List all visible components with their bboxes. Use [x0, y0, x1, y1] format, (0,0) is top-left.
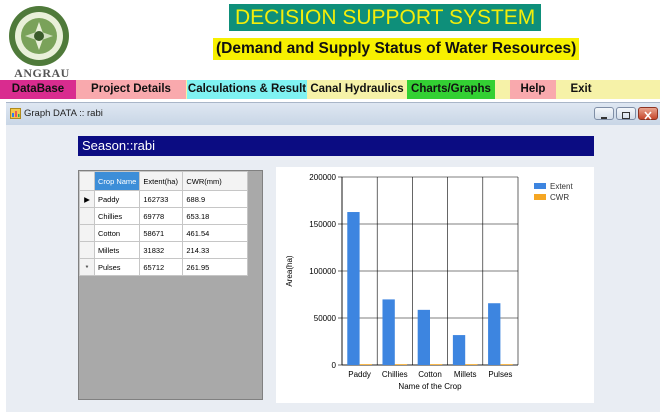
- bar-cwr: [465, 364, 478, 365]
- menu-database[interactable]: DataBase: [0, 80, 76, 99]
- bar-extent: [382, 299, 395, 365]
- bar-cwr: [500, 364, 513, 365]
- restore-button[interactable]: [616, 107, 636, 120]
- table-cell[interactable]: Millets: [93, 241, 141, 259]
- table-cell[interactable]: 261.95: [182, 258, 249, 276]
- y-tick-label: 0: [332, 361, 337, 370]
- legend-label: Extent: [550, 182, 573, 191]
- x-tick-label: Chillies: [382, 370, 408, 379]
- row-header[interactable]: [79, 241, 95, 259]
- table-cell[interactable]: 162733: [139, 190, 184, 208]
- app-title: DECISION SUPPORT SYSTEM: [229, 4, 542, 31]
- column-header-crop-name[interactable]: Crop Name: [93, 171, 141, 191]
- table-cell[interactable]: 58671: [139, 224, 184, 242]
- menu-help[interactable]: Help: [510, 80, 556, 99]
- app-header: ANGRAU DECISION SUPPORT SYSTEM (Demand a…: [0, 0, 660, 80]
- legend-swatch: [534, 183, 546, 189]
- row-header[interactable]: [79, 207, 95, 225]
- graph-data-window: Graph DATA :: rabi Season::rabi Crop Nam…: [6, 102, 660, 412]
- y-tick-label: 150000: [309, 220, 336, 229]
- x-tick-label: Pulses: [488, 370, 512, 379]
- table-row[interactable]: * Pulses 65712 261.95: [79, 258, 249, 276]
- table-cell[interactable]: 214.33: [182, 241, 249, 259]
- table-cell[interactable]: Paddy: [93, 190, 141, 208]
- menu-calculations-result[interactable]: Calculations & Result: [187, 80, 307, 99]
- menu-project-details[interactable]: Project Details: [76, 80, 186, 99]
- season-header: Season::rabi: [78, 136, 594, 156]
- legend-swatch: [534, 194, 546, 200]
- x-tick-label: Paddy: [348, 370, 371, 379]
- x-tick-label: Cotton: [418, 370, 442, 379]
- bar-cwr: [394, 364, 408, 365]
- table-cell[interactable]: 653.18: [182, 207, 249, 225]
- x-tick-label: Millets: [454, 370, 477, 379]
- table-cell[interactable]: Cotton: [93, 224, 141, 242]
- bar-cwr: [430, 364, 443, 365]
- minimize-button[interactable]: [594, 107, 614, 120]
- table-cell[interactable]: 461.54: [182, 224, 249, 242]
- bar-cwr: [359, 364, 372, 365]
- table-row[interactable]: Cotton 58671 461.54: [79, 224, 249, 242]
- y-tick-label: 200000: [309, 173, 336, 182]
- menu-canal-hydraulics[interactable]: Canal Hydraulics: [308, 80, 406, 99]
- y-tick-label: 100000: [309, 267, 336, 276]
- bar-extent: [417, 309, 430, 365]
- menu-charts-graphs[interactable]: Charts/Graphs: [407, 80, 495, 99]
- table-row[interactable]: Millets 31832 214.33: [79, 241, 249, 259]
- bar-chart: 0 50000 100000 150000 200000 Paddy Chillies Cot…: [285, 173, 573, 391]
- table-cell[interactable]: 688.9: [182, 190, 249, 208]
- logo-text: ANGRAU: [14, 66, 70, 80]
- minimize-icon: [601, 117, 607, 119]
- restore-icon: [622, 112, 630, 119]
- row-selector-icon[interactable]: ▶: [79, 190, 95, 208]
- new-row-icon[interactable]: *: [79, 258, 95, 276]
- crop-data-grid: Crop Name Extent(ha) CWR(mm) ▶ Paddy 162…: [79, 171, 249, 276]
- window-background-strip: [594, 136, 660, 400]
- menu-exit[interactable]: Exit: [560, 80, 602, 99]
- table-cell[interactable]: 31832: [139, 241, 184, 259]
- column-header-cwr[interactable]: CWR(mm): [182, 171, 249, 191]
- grid-corner-cell[interactable]: [79, 171, 95, 191]
- grid-header-row: Crop Name Extent(ha) CWR(mm): [79, 171, 249, 191]
- table-row[interactable]: Chillies 69778 653.18: [79, 207, 249, 225]
- table-cell[interactable]: 65712: [139, 258, 184, 276]
- table-cell[interactable]: 69778: [139, 207, 184, 225]
- bar-extent: [488, 303, 501, 365]
- window-title: Graph DATA :: rabi: [24, 108, 103, 119]
- column-header-extent[interactable]: Extent(ha): [139, 171, 184, 191]
- x-axis-title: Name of the Crop: [398, 382, 462, 391]
- window-icon: [10, 108, 21, 119]
- legend-label: CWR: [550, 193, 569, 202]
- app-subtitle: (Demand and Supply Status of Water Resou…: [213, 38, 580, 60]
- window-titlebar[interactable]: Graph DATA :: rabi: [6, 103, 660, 125]
- chart-panel: 0 50000 100000 150000 200000 Paddy Chillies Cot…: [276, 167, 594, 403]
- university-logo-icon: [9, 6, 69, 66]
- close-button[interactable]: [638, 107, 658, 120]
- data-grid-panel: Crop Name Extent(ha) CWR(mm) ▶ Paddy 162…: [78, 170, 263, 400]
- row-header[interactable]: [79, 224, 95, 242]
- close-icon: [644, 111, 652, 120]
- bar-extent: [347, 212, 360, 365]
- table-cell[interactable]: Pulses: [93, 258, 141, 276]
- table-cell[interactable]: Chillies: [93, 207, 141, 225]
- table-row[interactable]: ▶ Paddy 162733 688.9: [79, 190, 249, 208]
- y-tick-label: 50000: [314, 314, 337, 323]
- bar-extent: [452, 335, 466, 365]
- y-axis-title: Area(ha): [285, 255, 294, 286]
